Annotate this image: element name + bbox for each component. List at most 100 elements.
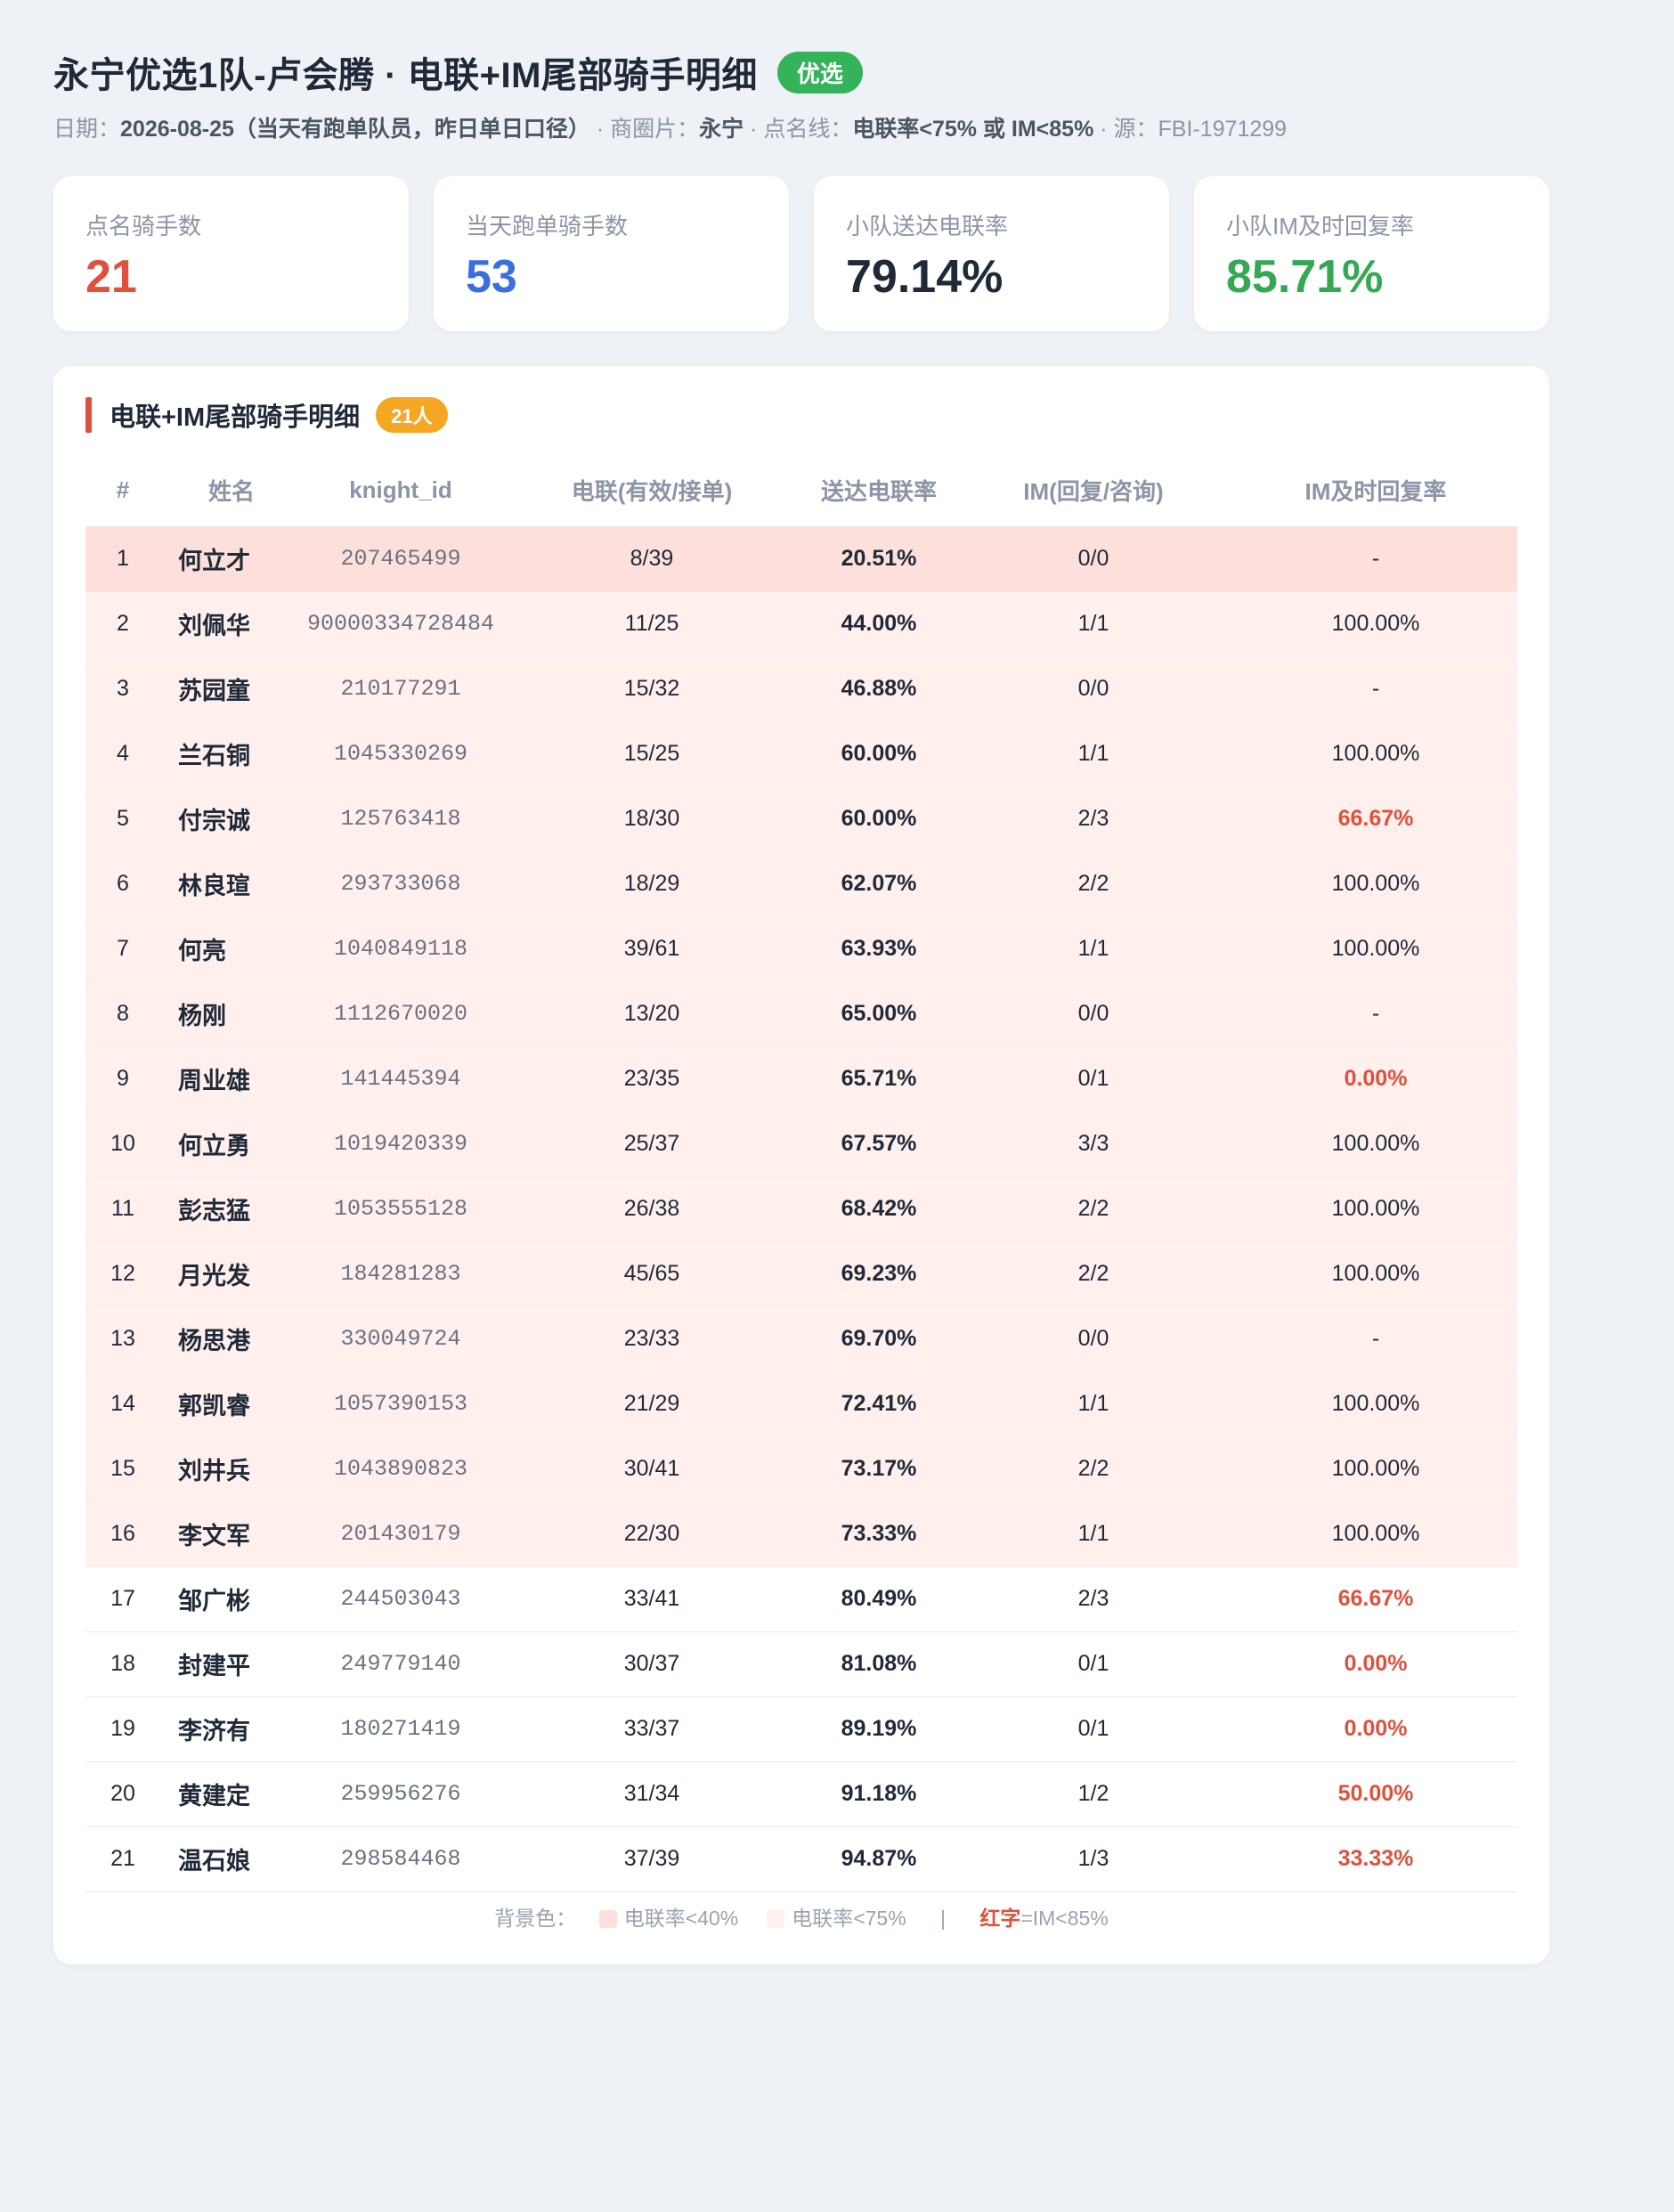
cell-call-rate: 89.19% [805, 1696, 953, 1762]
header-name: 姓名 [160, 455, 303, 527]
cell-im: 1/1 [953, 1371, 1234, 1437]
legend-separator: | [940, 1907, 946, 1930]
cell-name: 何亮 [160, 916, 303, 982]
cell-name: 杨刚 [160, 981, 303, 1047]
cell-im: 0/0 [953, 981, 1234, 1047]
cell-im-rate: 100.00% [1234, 1241, 1517, 1307]
cell-name: 何立才 [160, 526, 303, 592]
cell-knight-id: 259956276 [303, 1761, 499, 1827]
table-row: 10 何立勇 1019420339 25/37 67.57% 3/3 100.00% [85, 1111, 1517, 1177]
table-row: 9 周业雄 141445394 23/35 65.71% 0/1 0.00% [85, 1046, 1517, 1112]
table-row: 20 黄建定 259956276 31/34 91.18% 1/2 50.00% [85, 1761, 1517, 1827]
cell-im-rate: 33.33% [1234, 1826, 1517, 1892]
cell-knight-id: 141445394 [303, 1046, 499, 1112]
cell-im: 1/3 [953, 1826, 1234, 1892]
tier-badge: 优选 [776, 51, 863, 94]
panel-accent-bar [85, 397, 92, 433]
cell-calls: 37/39 [499, 1826, 805, 1892]
table-row: 3 苏园童 210177291 15/32 46.88% 0/0- [85, 656, 1517, 722]
cell-index: 1 [85, 526, 160, 592]
cell-knight-id: 1019420339 [303, 1111, 499, 1177]
legend: 背景色： 电联率<40% 电联率<75% | 红字=IM<85% [53, 1901, 1549, 1931]
source-text: · 源：FBI-1971299 [1093, 117, 1288, 142]
stat-card-label: 当天跑单骑手数 [466, 213, 629, 240]
table-row: 16 李文军 201430179 22/30 73.33% 1/1 100.00% [85, 1501, 1517, 1567]
cell-calls: 33/37 [499, 1696, 805, 1762]
cell-name: 温石娘 [160, 1826, 303, 1892]
cell-call-rate: 80.49% [805, 1566, 953, 1632]
cell-knight-id: 1057390153 [303, 1371, 499, 1437]
cell-index: 13 [85, 1306, 160, 1372]
legend-red-word: 红字 [979, 1907, 1021, 1930]
table-row: 18 封建平 249779140 30/37 81.08% 0/1 0.00% [85, 1631, 1517, 1697]
table-row: 5 付宗诚 125763418 18/30 60.00% 2/3 66.67% [85, 786, 1517, 852]
cell-calls: 23/35 [499, 1046, 805, 1112]
cell-calls: 23/33 [499, 1306, 805, 1372]
cell-im-rate: 100.00% [1234, 916, 1517, 982]
cell-call-rate: 20.51% [805, 526, 953, 592]
cell-im: 0/0 [953, 656, 1234, 722]
table-row: 15 刘井兵 1043890823 30/41 73.17% 2/2 100.00% [85, 1436, 1517, 1502]
cell-index: 14 [85, 1371, 160, 1437]
cell-im-rate: - [1234, 526, 1517, 592]
cell-name: 李济有 [160, 1696, 303, 1762]
cell-name: 何立勇 [160, 1111, 303, 1177]
cell-name: 月光发 [160, 1241, 303, 1307]
cell-call-rate: 60.00% [805, 786, 953, 852]
stat-card-label: 小队送达电联率 [846, 213, 1009, 240]
cell-im-rate: 66.67% [1234, 1566, 1517, 1632]
cell-name: 刘佩华 [160, 591, 303, 657]
cell-calls: 18/29 [499, 851, 805, 917]
cell-call-rate: 73.33% [805, 1501, 953, 1567]
cell-index: 10 [85, 1111, 160, 1177]
stat-card-value: 21 [85, 251, 137, 303]
cell-knight-id: 1053555128 [303, 1176, 499, 1242]
stat-card-value: 85.71% [1226, 251, 1384, 303]
cell-calls: 18/30 [499, 786, 805, 852]
cell-calls: 31/34 [499, 1761, 805, 1827]
cell-im: 0/1 [953, 1046, 1234, 1112]
cell-call-rate: 68.42% [805, 1176, 953, 1242]
cell-calls: 13/20 [499, 981, 805, 1047]
cell-im: 0/1 [953, 1696, 1234, 1762]
legend-dark-label: 电联率<40% [623, 1907, 739, 1930]
cell-call-rate: 65.00% [805, 981, 953, 1047]
cell-index: 17 [85, 1566, 160, 1632]
cell-index: 7 [85, 916, 160, 982]
cell-im: 2/2 [953, 1241, 1234, 1307]
cell-index: 2 [85, 591, 160, 657]
cell-knight-id: 1112670020 [303, 981, 499, 1047]
table-row: 12 月光发 184281283 45/65 69.23% 2/2 100.00% [85, 1241, 1517, 1307]
cell-index: 5 [85, 786, 160, 852]
cell-knight-id: 298584468 [303, 1826, 499, 1892]
cell-im-rate: 100.00% [1234, 1371, 1517, 1437]
legend-swatch-dark [598, 1910, 617, 1928]
cell-call-rate: 94.87% [805, 1826, 953, 1892]
cell-name: 苏园童 [160, 656, 303, 722]
cell-im-rate: 100.00% [1234, 1436, 1517, 1502]
cell-name: 杨思港 [160, 1306, 303, 1372]
cell-call-rate: 73.17% [805, 1436, 953, 1502]
cell-im: 2/2 [953, 1176, 1234, 1242]
date-label: 日期： [53, 117, 121, 142]
table-row: 11 彭志猛 1053555128 26/38 68.42% 2/2 100.00% [85, 1176, 1517, 1242]
cell-calls: 39/61 [499, 916, 805, 982]
cell-call-rate: 91.18% [805, 1761, 953, 1827]
cell-knight-id: 244503043 [303, 1566, 499, 1632]
cell-index: 12 [85, 1241, 160, 1307]
cell-knight-id: 1040849118 [303, 916, 499, 982]
cell-index: 9 [85, 1046, 160, 1112]
page-subtitle: 日期：2026-08-25（当天有跑单队员，昨日单日口径） · 商圈片：永宁 ·… [53, 111, 1287, 143]
cell-calls: 15/32 [499, 656, 805, 722]
cell-im: 2/3 [953, 1566, 1234, 1632]
table-row: 8 杨刚 1112670020 13/20 65.00% 0/0- [85, 981, 1517, 1047]
cell-name: 郭凯睿 [160, 1371, 303, 1437]
cell-index: 6 [85, 851, 160, 917]
cell-knight-id: 1045330269 [303, 721, 499, 787]
panel-header: 电联+IM尾部骑手明细 21人 [85, 396, 448, 434]
table-row: 13 杨思港 330049724 23/33 69.70% 0/0- [85, 1306, 1517, 1372]
page-title: 永宁优选1队-卢会腾 · 电联+IM尾部骑手明细 [53, 56, 758, 95]
header-im-rate: IM及时回复率 [1234, 455, 1517, 527]
stat-card-im-rate: 小队IM及时回复率 85.71% [1194, 176, 1549, 331]
header-index: # [85, 455, 160, 527]
